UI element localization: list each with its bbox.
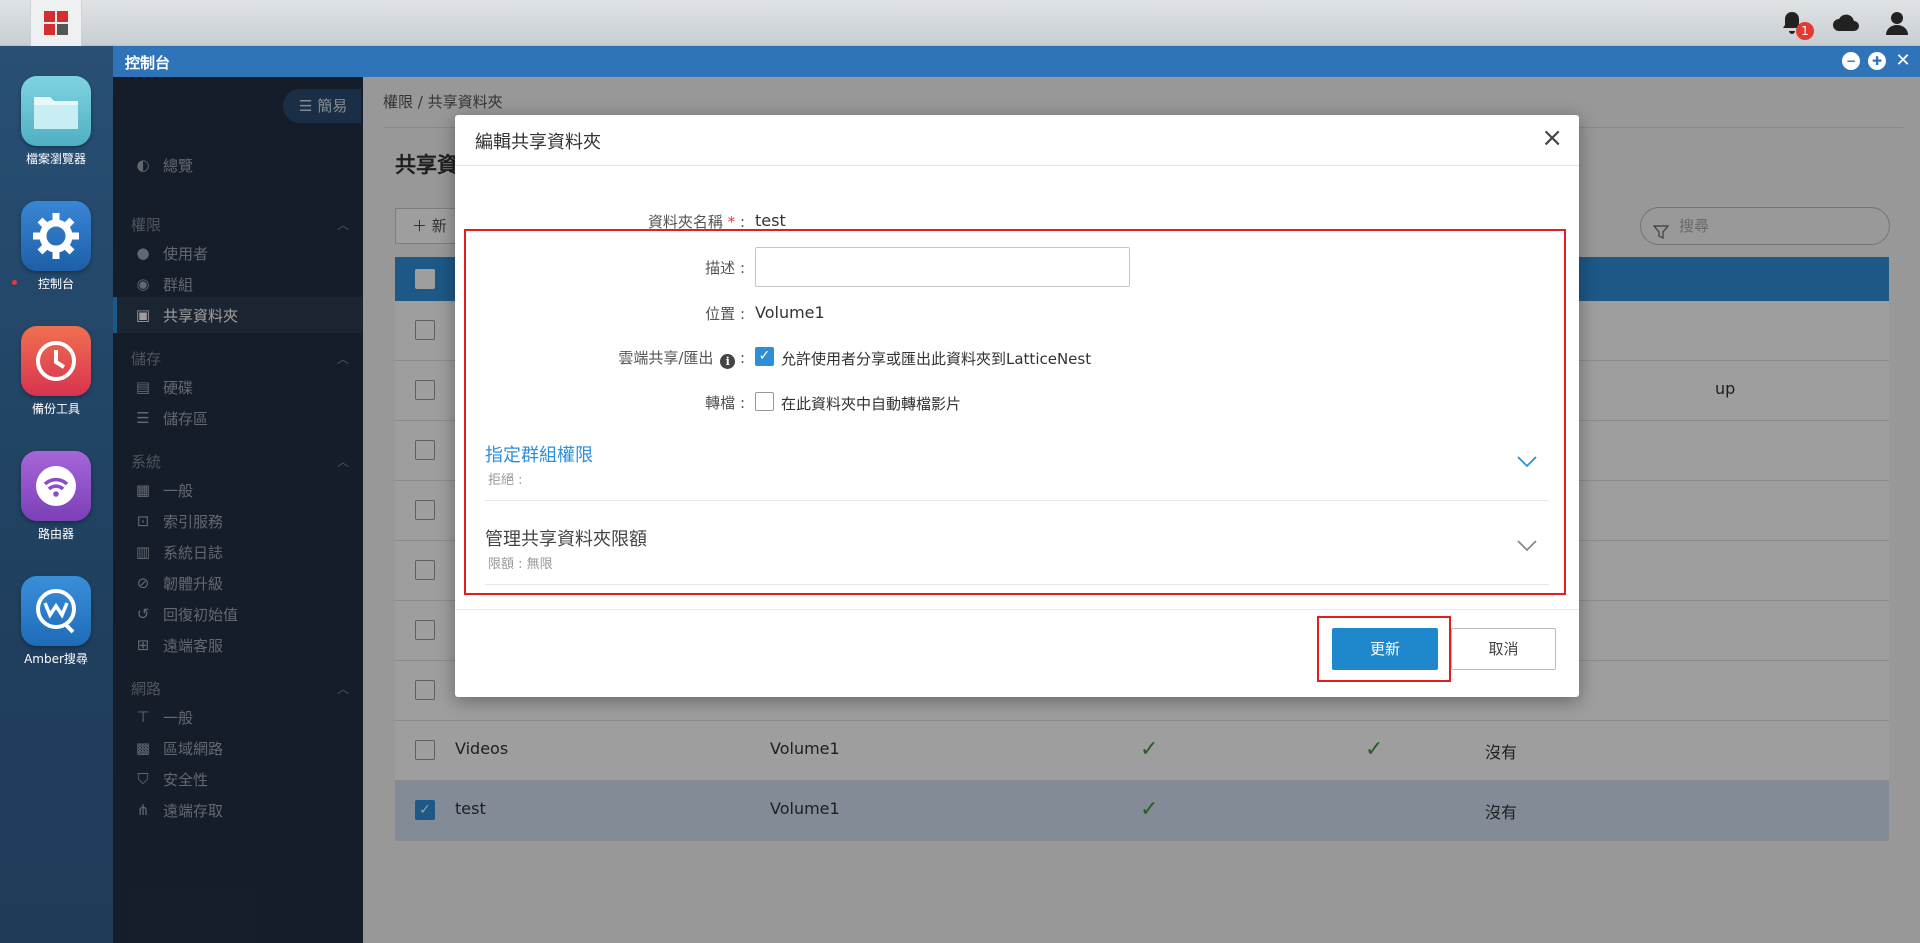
- gear-icon: [21, 201, 91, 271]
- taskbar: 1: [0, 0, 1920, 46]
- dialog-header: 編輯共享資料夾 ×: [455, 115, 1579, 166]
- edit-shared-folder-dialog: 編輯共享資料夾 × 資料夾名稱 * : test 描述 : 位置 : Volum…: [455, 115, 1579, 697]
- app-label: 控制台: [37, 277, 74, 291]
- apps-grid-icon: [44, 11, 68, 35]
- close-window-button[interactable]: ✕: [1894, 52, 1912, 70]
- wifi-icon: [21, 451, 91, 521]
- app-label: Amber搜尋: [24, 652, 88, 666]
- dialog-title: 編輯共享資料夾: [475, 132, 601, 153]
- notification-button[interactable]: 1: [1780, 10, 1814, 40]
- dialog-footer-divider: [455, 609, 1579, 610]
- highlight-box: [1317, 616, 1451, 682]
- notification-badge: 1: [1796, 22, 1814, 40]
- user-button[interactable]: [1884, 10, 1910, 36]
- app-amber-search[interactable]: Amber搜尋: [20, 576, 92, 667]
- cancel-button[interactable]: 取消: [1451, 628, 1556, 670]
- cloud-icon: [1833, 14, 1859, 31]
- app-backup-tool[interactable]: 備份工具: [20, 326, 92, 417]
- folder-name-value: test: [755, 211, 786, 230]
- minimize-button[interactable]: −: [1842, 52, 1860, 70]
- cloud-button[interactable]: [1832, 10, 1859, 36]
- app-label: 路由器: [37, 527, 74, 541]
- user-icon: [1886, 12, 1908, 35]
- desktop-dock: 檔案瀏覽器 控制台 備份工具 路由器 Amber搜尋: [0, 46, 113, 943]
- folder-icon: [21, 76, 91, 146]
- backup-clock-icon: [21, 326, 91, 396]
- app-router[interactable]: 路由器: [20, 451, 92, 542]
- window-titlebar[interactable]: 控制台 − ✚ ✕: [113, 46, 1920, 77]
- highlight-box: [464, 229, 1566, 595]
- app-label: 檔案瀏覽器: [25, 152, 86, 166]
- app-file-browser[interactable]: 檔案瀏覽器: [20, 76, 92, 167]
- close-icon[interactable]: ×: [1541, 125, 1563, 151]
- main-menu-button[interactable]: [30, 0, 82, 46]
- app-control-panel[interactable]: 控制台: [20, 201, 92, 292]
- maximize-button[interactable]: ✚: [1868, 52, 1886, 70]
- search-chat-icon: [21, 576, 91, 646]
- running-indicator: [12, 280, 17, 285]
- window-title: 控制台: [125, 54, 171, 72]
- app-label: 備份工具: [31, 402, 80, 416]
